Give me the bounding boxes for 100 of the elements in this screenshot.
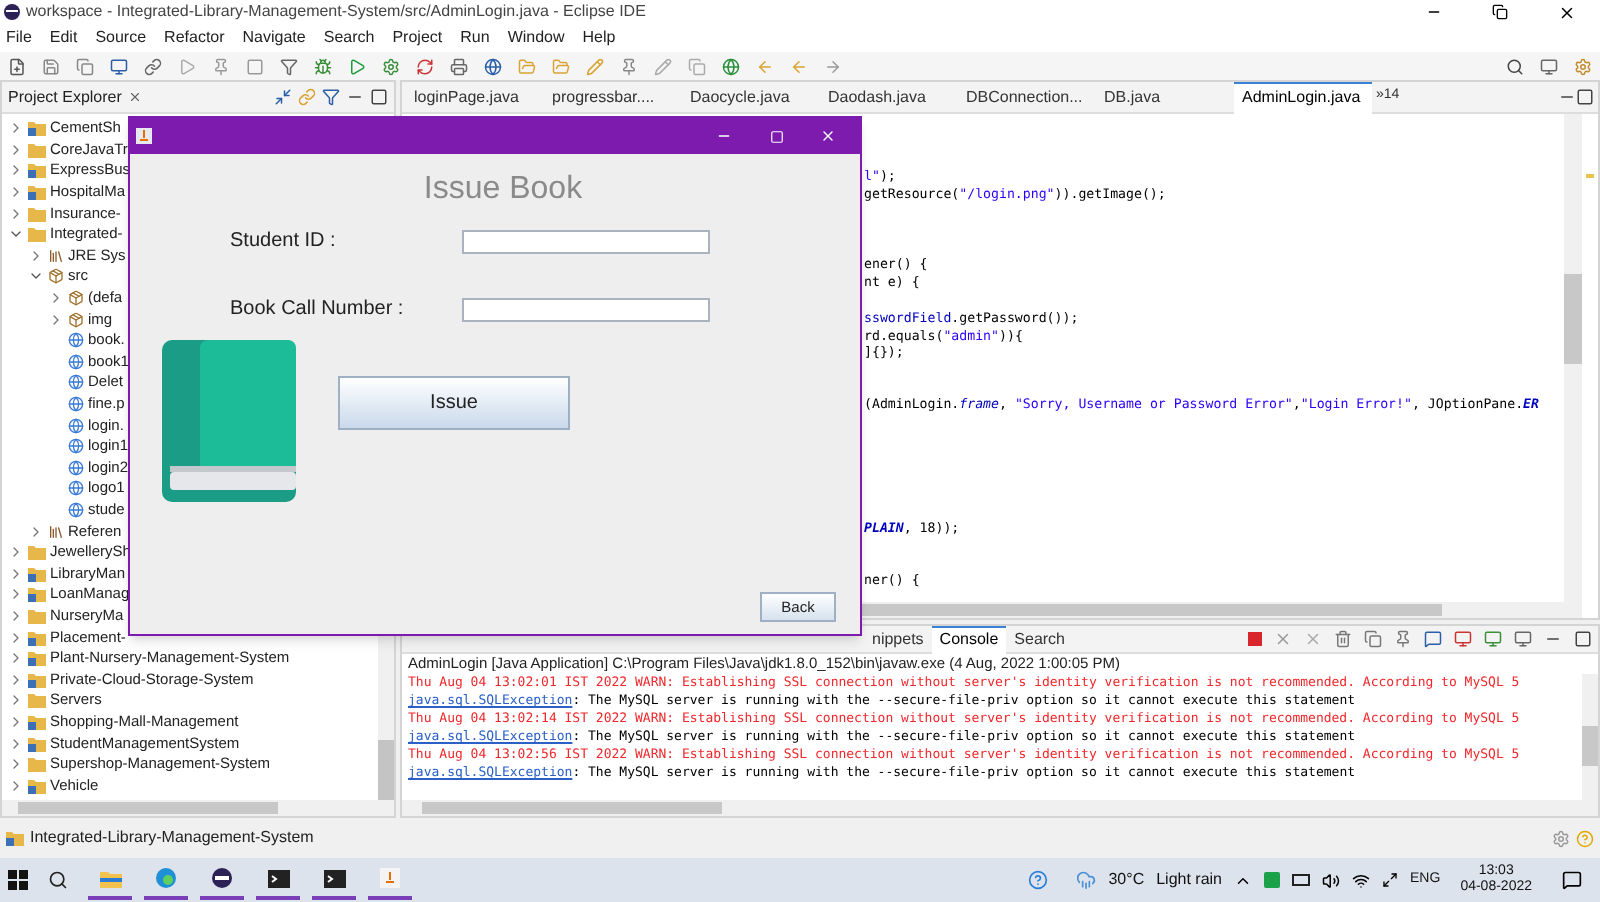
start-button[interactable] (8, 870, 28, 890)
folder-icon (6, 830, 24, 846)
menu-item[interactable]: Source (95, 26, 147, 50)
expand-chevron-icon[interactable] (8, 713, 24, 730)
editor-tab[interactable]: DB.java (1096, 81, 1234, 113)
expand-chevron-icon[interactable] (8, 141, 24, 158)
maximize-icon[interactable] (769, 129, 783, 143)
pin-icon[interactable] (620, 57, 638, 75)
view-tab[interactable]: Console (931, 625, 1007, 653)
editor-tab[interactable]: DBConnection... (958, 81, 1096, 113)
menu-item[interactable]: File (6, 26, 32, 50)
expand-chevron-icon[interactable] (8, 756, 24, 773)
new-file-icon[interactable] (8, 57, 26, 75)
expand-chevron-icon[interactable] (8, 735, 24, 752)
globe-icon[interactable] (484, 57, 502, 75)
eclipse-icon (212, 868, 232, 888)
expand-chevron-icon[interactable] (48, 311, 64, 328)
expand-chevron-icon[interactable] (8, 205, 24, 222)
vertical-scrollbar[interactable] (1564, 114, 1582, 618)
square-icon[interactable] (246, 57, 264, 75)
monitor-icon[interactable] (110, 57, 128, 75)
expand-chevron-icon[interactable] (8, 629, 24, 646)
maximize-view-icon[interactable] (370, 88, 388, 106)
collapse-all-icon[interactable] (274, 88, 292, 106)
view-tab[interactable]: Search (1006, 625, 1074, 653)
bug-icon[interactable] (314, 57, 332, 75)
vertical-scrollbar[interactable] (1582, 674, 1598, 800)
expand-chevron-icon[interactable] (8, 777, 24, 794)
issue-button[interactable]: Issue (338, 376, 570, 430)
menu-item[interactable]: Edit (49, 26, 78, 50)
expand-chevron-icon[interactable] (8, 162, 24, 179)
menu-item[interactable]: Help (582, 26, 616, 50)
horizontal-scrollbar[interactable] (2, 800, 394, 816)
expand-chevron-icon[interactable] (28, 247, 44, 264)
expand-chevron-icon[interactable] (8, 120, 24, 137)
editor-tab[interactable]: progressbar.... (544, 81, 682, 113)
menu-item[interactable]: Window (507, 26, 565, 50)
restore-icon[interactable] (1492, 4, 1508, 20)
menu-item[interactable]: Project (392, 26, 443, 50)
save-icon[interactable] (42, 57, 60, 75)
expand-chevron-icon[interactable] (8, 607, 24, 624)
run-icon[interactable] (348, 57, 366, 75)
view-tab[interactable]: nippets (864, 625, 932, 653)
filter-icon[interactable] (322, 88, 340, 106)
expand-chevron-icon[interactable] (8, 184, 24, 201)
folder-icon (28, 713, 46, 730)
expand-chevron-icon[interactable] (8, 692, 24, 709)
globe-icon (68, 353, 84, 370)
weather-text[interactable]: Light rain (1156, 868, 1223, 892)
pin-icon[interactable] (212, 57, 230, 75)
java-perspective-icon[interactable] (1574, 57, 1592, 75)
save-all-icon[interactable] (76, 57, 94, 75)
refresh-icon[interactable] (416, 57, 434, 75)
new-console-icon[interactable] (1484, 630, 1502, 648)
help-icon[interactable] (1028, 870, 1049, 890)
menu-item[interactable]: Refactor (164, 26, 225, 50)
volume-icon[interactable] (1322, 871, 1341, 889)
globe-icon (68, 374, 84, 391)
arrow-right-icon[interactable] (824, 57, 842, 75)
settings-icon[interactable] (1552, 829, 1570, 847)
perspective-icon[interactable] (1540, 57, 1558, 75)
link-icon[interactable] (144, 57, 162, 75)
editor-tab[interactable]: Daocycle.java (682, 81, 820, 113)
settings-icon[interactable] (382, 57, 400, 75)
remove-icon[interactable] (1274, 630, 1292, 648)
menu-item[interactable]: Navigate (242, 26, 306, 50)
expand-chevron-icon[interactable] (8, 565, 24, 582)
input-field[interactable] (462, 297, 710, 321)
globe-icon[interactable] (722, 57, 740, 75)
folder-icon (28, 544, 46, 561)
wifi-icon[interactable] (1352, 871, 1371, 889)
expand-chevron-icon[interactable] (8, 586, 24, 603)
close-tab-icon[interactable] (127, 90, 142, 104)
editor-tab[interactable]: AdminLogin.java (1234, 81, 1372, 113)
tray-app-icon[interactable] (1264, 872, 1281, 888)
maximize-view-icon[interactable] (1574, 630, 1592, 648)
editor-tab[interactable]: Daodash.java (820, 81, 958, 113)
expand-chevron-icon[interactable] (48, 290, 64, 307)
expand-chevron-icon[interactable] (8, 650, 24, 667)
editor-tab[interactable]: loginPage.java (406, 81, 544, 113)
menu-item[interactable]: Run (460, 26, 490, 50)
display-console-icon[interactable] (1514, 630, 1532, 648)
clear-console-icon[interactable] (1334, 630, 1352, 648)
scroll-lock-icon[interactable] (1364, 630, 1382, 648)
horizontal-scrollbar[interactable] (402, 800, 1598, 816)
folder-icon (28, 650, 46, 667)
rain-cloud-icon[interactable] (1076, 870, 1097, 890)
search-icon[interactable] (1506, 57, 1524, 75)
filter-icon[interactable] (280, 57, 298, 75)
expand-chevron-icon[interactable] (8, 671, 24, 688)
package-icon (68, 290, 84, 307)
expand-chevron-icon[interactable] (8, 544, 24, 561)
maximize-view-icon[interactable] (1576, 88, 1594, 106)
expand-chevron-icon[interactable] (28, 523, 44, 540)
temperature[interactable]: 30°C (1108, 868, 1145, 892)
printer-icon[interactable] (450, 57, 468, 75)
input-field[interactable] (462, 229, 710, 253)
pin-icon[interactable] (1394, 630, 1412, 648)
close-icon[interactable] (1557, 3, 1575, 21)
menu-item[interactable]: Search (323, 26, 375, 50)
